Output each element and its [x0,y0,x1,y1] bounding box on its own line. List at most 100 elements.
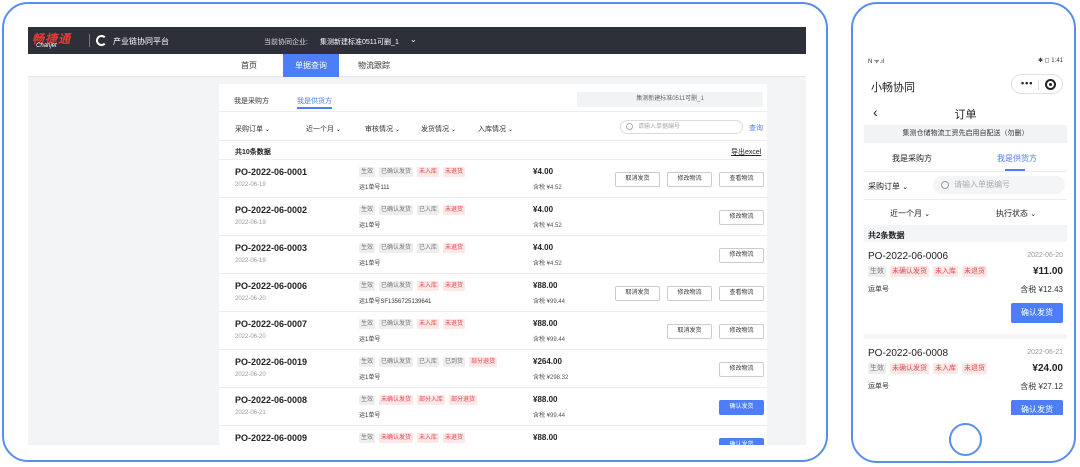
order-code[interactable]: PO-2022-06-0002 [235,205,307,215]
tab-supplier[interactable]: 我是供货方 [997,153,1037,164]
waybill-number: 运1单号 [359,413,381,419]
status-badge: 生效 [359,205,376,215]
miniapp-capsule: ••• [1011,74,1063,94]
status-badge: 未退货 [962,363,987,374]
search-button[interactable]: 查询 [749,123,763,133]
tab-buyer[interactable]: 我是采购方 [892,153,932,164]
row-action-button[interactable]: 查看物流 [719,286,764,301]
order-date: 2022-06-20 [235,334,266,340]
back-icon[interactable]: ‹ [873,104,878,120]
nav-document-query[interactable]: 单据查询 [283,54,339,77]
home-button[interactable] [949,423,982,456]
row-action-button[interactable]: 修改物流 [719,362,764,377]
order-code[interactable]: PO-2022-06-0001 [235,167,307,177]
filter-label: 审核情况 [365,126,393,133]
chevron-down-icon: ⌄ [507,127,513,133]
status-badge: 部分入库 [417,395,446,405]
divider [864,199,1067,200]
platform-icon [96,35,107,46]
order-card[interactable]: PO-2022-06-0006 2022-06-20 生效 未确认发货 未入库 未退货 ¥1… [864,242,1067,334]
nav-home[interactable]: 首页 [221,54,277,77]
order-code[interactable]: PO-2022-06-0006 [235,281,307,291]
order-amount-with-tax: 含税 ¥4.52 [533,261,562,267]
order-code[interactable]: PO-2022-06-0003 [235,243,307,253]
status-tags: 生效 未确认发货 未入库 未退货 [868,266,991,277]
row-action-button[interactable]: 修改物流 [667,172,712,187]
row-action-button[interactable]: 取消发货 [615,172,660,187]
confirm-shipment-button[interactable]: 确认发货 [719,400,764,415]
order-code[interactable]: PO-2022-06-0008 [235,395,307,405]
chevron-down-icon: ⌄ [902,184,909,191]
filter-label: 采购订单 [235,126,263,133]
order-amount-with-tax: 含税 ¥298.32 [533,375,569,381]
status-tags: 生效 已确认发货 已入库 已到货 部分退货 [359,357,501,367]
desktop-screen: 畅捷通 Chanjet 产业链协同平台 当前协同企业: 集测新建标准0511可删… [28,27,806,445]
filter-audit[interactable]: 审核情况 ⌄ [365,124,400,134]
waybill-number: 运1单号 [359,223,381,229]
waybill-number: 运1单号SF1356725139641 [359,299,432,305]
search-placeholder: 请输入单据编号 [638,124,681,130]
filter-warehousing[interactable]: 入库情况 ⌄ [478,124,513,134]
tab-buyer[interactable]: 我是采购方 [234,96,269,106]
nav-logistics-tracking[interactable]: 物流跟踪 [346,54,402,77]
table-row: PO-2022-06-0001 2022-06-19 生效 已确认发货 未入库 未退货 运1… [219,160,767,198]
confirm-shipment-button[interactable]: 确认发货 [719,438,764,445]
filter-shipping[interactable]: 发货情况 ⌄ [421,124,456,134]
row-action-button[interactable]: 修改物流 [719,248,764,263]
status-badge: 未入库 [417,433,440,443]
search-input[interactable]: 请输入单据编号 [933,176,1065,194]
confirm-shipment-button[interactable]: 确认发货 [1011,303,1063,323]
record-count: 共2条数据 [868,231,905,240]
filter-label: 执行状态 [996,209,1028,218]
order-code[interactable]: PO-2022-06-0009 [235,433,307,443]
waybill-number: 运1单号 [359,375,381,381]
status-badge: 已入库 [417,243,440,253]
order-code: PO-2022-06-0008 [868,348,949,359]
order-code: PO-2022-06-0006 [868,251,949,262]
order-amount-with-tax: 含税 ¥99.44 [533,299,566,305]
divider [219,140,767,141]
more-icon[interactable]: ••• [1021,78,1033,88]
status-badge: 未入库 [417,281,440,291]
order-amount: ¥88.00 [533,281,558,290]
filter-period[interactable]: 近一个月 ⌄ [306,124,341,134]
row-action-button[interactable]: 取消发货 [667,324,712,339]
row-action-button[interactable]: 查看物流 [719,172,764,187]
tab-supplier[interactable]: 我是供货方 [297,96,332,106]
search-input[interactable]: 请输入单据编号 [620,120,743,134]
row-action-button[interactable]: 取消发货 [615,286,660,301]
filter-doc-type[interactable]: 采购订单 ⌄ [235,124,270,134]
order-code[interactable]: PO-2022-06-0019 [235,357,307,367]
row-action-button[interactable]: 修改物流 [667,286,712,301]
company-selector[interactable]: 集测新建标准0511可删_1 [320,37,399,47]
order-amount: ¥88.00 [533,395,558,404]
status-badge: 生效 [359,281,376,291]
company-label: 当前协同企业: [264,39,308,46]
export-excel-link[interactable]: 导出excel [731,147,761,157]
status-badge: 已到货 [443,357,466,367]
status-badge: 未退货 [443,433,466,443]
status-time: ✱ ◻ 1:41 [1037,58,1063,64]
order-date: 2022-06-20 [235,296,266,302]
filter-exec-status[interactable]: 执行状态 ⌄ [996,208,1036,219]
row-action-button[interactable]: 修改物流 [719,324,764,339]
status-badge: 未退货 [443,319,466,329]
chevron-down-icon[interactable]: ⌄ [410,35,417,44]
chevron-down-icon: ⌄ [335,127,341,133]
row-action-button[interactable]: 修改物流 [719,210,764,225]
status-badge: 生效 [868,266,886,277]
table-row: PO-2022-06-0003 2022-06-19 生效 已确认发货 已入库 未退货 运1… [219,236,767,274]
confirm-shipment-button[interactable]: 确认发货 [1011,400,1063,415]
platform-name: 产业链协同平台 [113,37,169,46]
filter-period[interactable]: 近一个月 ⌄ [890,208,930,219]
waybill-number: 运1单号 [359,337,381,343]
close-miniapp-icon[interactable] [1045,79,1056,90]
status-tags: 生效 未确认发货 未入库 未退货 [359,433,469,443]
order-code[interactable]: PO-2022-06-0007 [235,319,307,329]
status-badge: 已入库 [417,357,440,367]
status-badge: 生效 [359,395,376,405]
filter-doc-type[interactable]: 采购订单 ⌄ [868,181,908,192]
status-badge: 未退货 [962,266,987,277]
order-amount: ¥24.00 [1032,363,1063,374]
order-card[interactable]: PO-2022-06-0008 2022-06-21 生效 未确认发货 未入库 未退货 ¥2… [864,339,1067,415]
